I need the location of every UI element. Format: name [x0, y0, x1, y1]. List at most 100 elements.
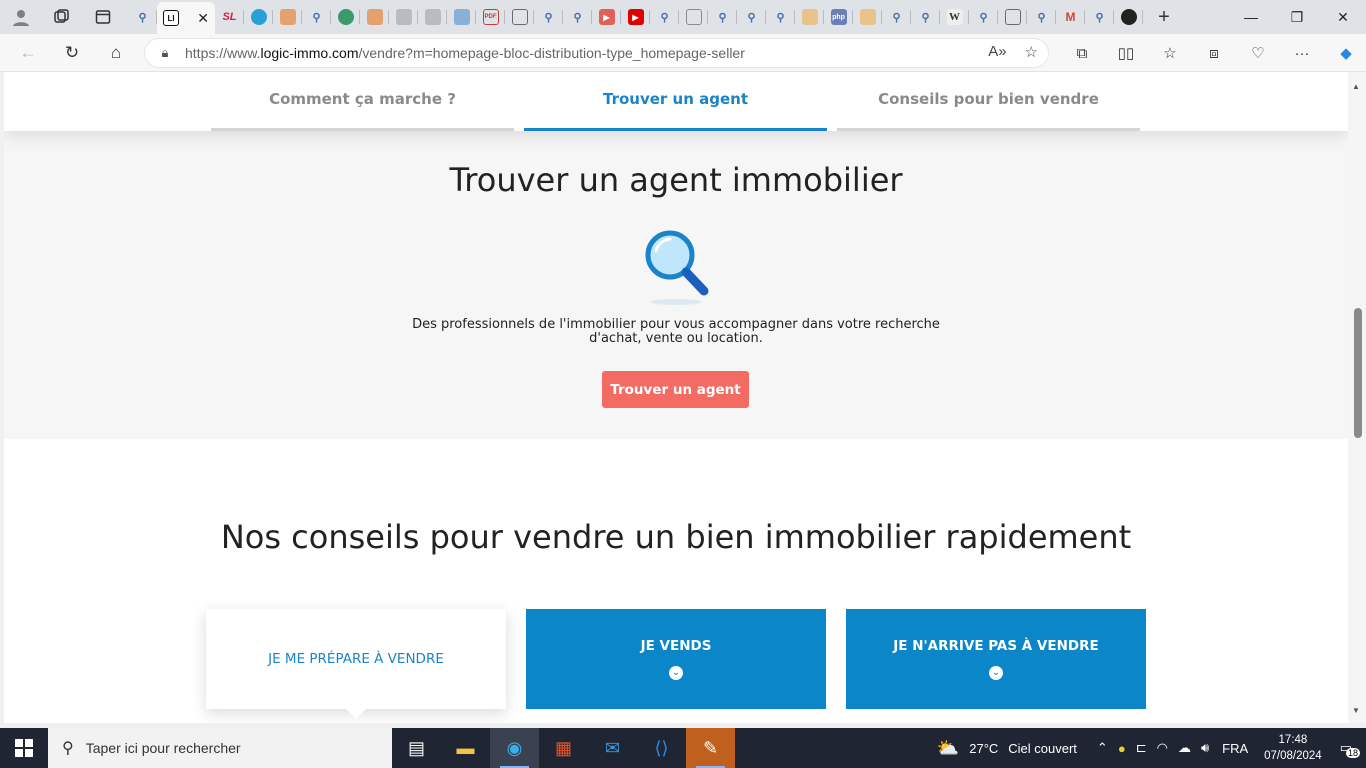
task-view-icon[interactable]: ▤ — [392, 728, 441, 768]
weather-icon[interactable]: ⛅ — [932, 738, 964, 759]
tip-card-cannot-sell[interactable]: JE N'ARRIVE PAS À VENDRE ⌄ — [846, 609, 1146, 709]
browser-tab[interactable]: ▶ — [621, 2, 650, 32]
profile-avatar-icon[interactable] — [6, 2, 36, 32]
browser-tab[interactable] — [244, 2, 273, 32]
page-scrollbar[interactable]: ▲ ▼ — [1348, 72, 1366, 723]
browser-tab[interactable]: ⚲ — [737, 2, 766, 32]
browser-tab[interactable]: ⚲ — [563, 2, 592, 32]
tray-app-icon[interactable]: ● — [1113, 741, 1131, 756]
more-menu-icon[interactable]: ··· — [1280, 45, 1324, 62]
copilot-icon[interactable]: ◆ — [1324, 44, 1366, 62]
device-icon[interactable]: ⊏ — [1131, 740, 1152, 756]
file-explorer-icon[interactable]: ▬ — [441, 728, 490, 768]
lock-icon[interactable]: 🔒︎ — [145, 45, 185, 61]
start-button[interactable] — [0, 728, 48, 768]
vertical-tabs-icon[interactable] — [88, 2, 118, 32]
tip-card-label: JE VENDS — [640, 638, 712, 654]
refresh-button[interactable]: ↻ — [50, 34, 94, 72]
extensions-icon[interactable]: ⧉ — [1060, 45, 1104, 62]
browser-tab[interactable]: php — [824, 2, 853, 32]
browser-tab[interactable] — [418, 2, 447, 32]
workspaces-icon[interactable] — [46, 2, 76, 32]
browser-tab[interactable] — [853, 2, 882, 32]
edge-taskbar-icon[interactable]: ◉ — [490, 728, 539, 768]
php-favicon: php — [830, 9, 847, 25]
search-icon: ⚲ — [1095, 11, 1104, 24]
browser-tab[interactable]: PDF — [476, 2, 505, 32]
tab-trouver-un-agent[interactable]: Trouver un agent — [524, 72, 827, 131]
browser-tab[interactable]: ⚲ — [969, 2, 998, 32]
home-button[interactable]: ⌂ — [94, 34, 138, 72]
vscode-icon[interactable]: ⟨⟩ — [637, 728, 686, 768]
browser-tab[interactable] — [1114, 2, 1143, 32]
browser-essentials-icon[interactable]: ♡ — [1236, 44, 1280, 62]
maximize-button[interactable]: ❐ — [1274, 0, 1320, 34]
show-hidden-icons-icon[interactable]: ⌃ — [1092, 740, 1113, 756]
browser-tab[interactable] — [679, 2, 708, 32]
favorites-icon[interactable]: ☆ — [1148, 44, 1192, 62]
scroll-down-arrow[interactable]: ▼ — [1352, 706, 1360, 715]
browser-tab[interactable]: M — [1056, 2, 1085, 32]
search-icon: ⚲ — [62, 740, 74, 757]
mail-icon[interactable]: ✉ — [588, 728, 637, 768]
search-icon: ⚲ — [892, 11, 901, 24]
favorite-star-icon[interactable]: ☆ — [1025, 43, 1038, 61]
browser-tab[interactable]: ⚲ — [1085, 2, 1114, 32]
browser-tab[interactable] — [795, 2, 824, 32]
onedrive-icon[interactable]: ☁ — [1173, 740, 1196, 756]
browser-tab[interactable]: ▶ — [592, 2, 621, 32]
close-tab-icon[interactable]: ✕ — [197, 10, 209, 27]
minimize-button[interactable]: — — [1228, 0, 1274, 34]
tip-card-prepare[interactable]: JE ME PRÉPARE À VENDRE — [206, 609, 506, 709]
logic-immo-favicon: LI — [163, 10, 179, 26]
read-aloud-icon[interactable]: A» — [988, 43, 1006, 61]
browser-tab[interactable] — [389, 2, 418, 32]
back-button[interactable]: ← — [6, 34, 50, 72]
tip-card-sell[interactable]: JE VENDS ⌄ — [526, 609, 826, 709]
browser-tab[interactable] — [360, 2, 389, 32]
volume-icon[interactable]: 🔊︎ — [1196, 740, 1214, 756]
app-taskbar-icon[interactable]: ✎ — [686, 728, 735, 768]
browser-tab[interactable]: ⚲ — [650, 2, 679, 32]
browser-tab[interactable] — [998, 2, 1027, 32]
tab-comment-ca-marche[interactable]: Comment ça marche ? — [211, 72, 514, 131]
search-icon: ⚲ — [921, 11, 930, 24]
clock[interactable]: 17:48 07/08/2024 — [1256, 732, 1330, 764]
tab-conseils-pour-bien-vendre[interactable]: Conseils pour bien vendre — [837, 72, 1140, 131]
collections-icon[interactable]: ⧈ — [1192, 45, 1236, 62]
browser-tab[interactable]: W — [940, 2, 969, 32]
address-bar[interactable]: 🔒︎ https://www.logic-immo.com/vendre?m=h… — [144, 38, 1049, 68]
browser-tab[interactable]: ⚲ — [882, 2, 911, 32]
agent-section-description: Des professionnels de l'immobilier pour … — [376, 318, 976, 346]
globe-favicon — [337, 9, 354, 25]
new-tab-button[interactable]: + — [1149, 2, 1179, 32]
browser-tab[interactable] — [331, 2, 360, 32]
notifications-icon[interactable]: ▭ 18 — [1330, 740, 1366, 758]
browser-tab[interactable]: ⚲ — [766, 2, 795, 32]
browser-tab[interactable]: ⚲ — [911, 2, 940, 32]
split-screen-icon[interactable]: ▯▯ — [1104, 44, 1148, 62]
weather-description[interactable]: Ciel couvert — [1003, 741, 1082, 756]
browser-tab[interactable]: ⚲ — [302, 2, 331, 32]
browser-tab[interactable] — [505, 2, 534, 32]
search-icon: ⚲ — [1037, 11, 1046, 24]
scroll-up-arrow[interactable]: ▲ — [1352, 82, 1360, 91]
address-url[interactable]: https://www.logic-immo.com/vendre?m=home… — [185, 45, 745, 61]
find-agent-button[interactable]: Trouver un agent — [602, 371, 749, 408]
browser-tab[interactable]: ⚲ — [1027, 2, 1056, 32]
browser-tab[interactable] — [273, 2, 302, 32]
microsoft-store-icon[interactable]: ▦ — [539, 728, 588, 768]
close-window-button[interactable]: ✕ — [1320, 0, 1366, 34]
taskbar-search[interactable]: ⚲ Taper ici pour rechercher — [48, 728, 392, 768]
browser-tab[interactable]: ⚲ — [128, 2, 157, 32]
browser-tab-active[interactable]: LI ✕ — [157, 2, 215, 34]
scrollbar-thumb[interactable] — [1354, 308, 1362, 438]
wifi-icon[interactable]: ◠ — [1152, 740, 1173, 756]
browser-tab[interactable] — [447, 2, 476, 32]
weather-temperature[interactable]: 27°C — [964, 741, 1003, 756]
browser-tab[interactable]: SL — [215, 2, 244, 32]
language-indicator[interactable]: FRA — [1214, 741, 1256, 756]
windows-taskbar: ⚲ Taper ici pour rechercher ▤ ▬ ◉ ▦ ✉ ⟨⟩… — [0, 728, 1366, 768]
browser-tab[interactable]: ⚲ — [534, 2, 563, 32]
browser-tab[interactable]: ⚲ — [708, 2, 737, 32]
